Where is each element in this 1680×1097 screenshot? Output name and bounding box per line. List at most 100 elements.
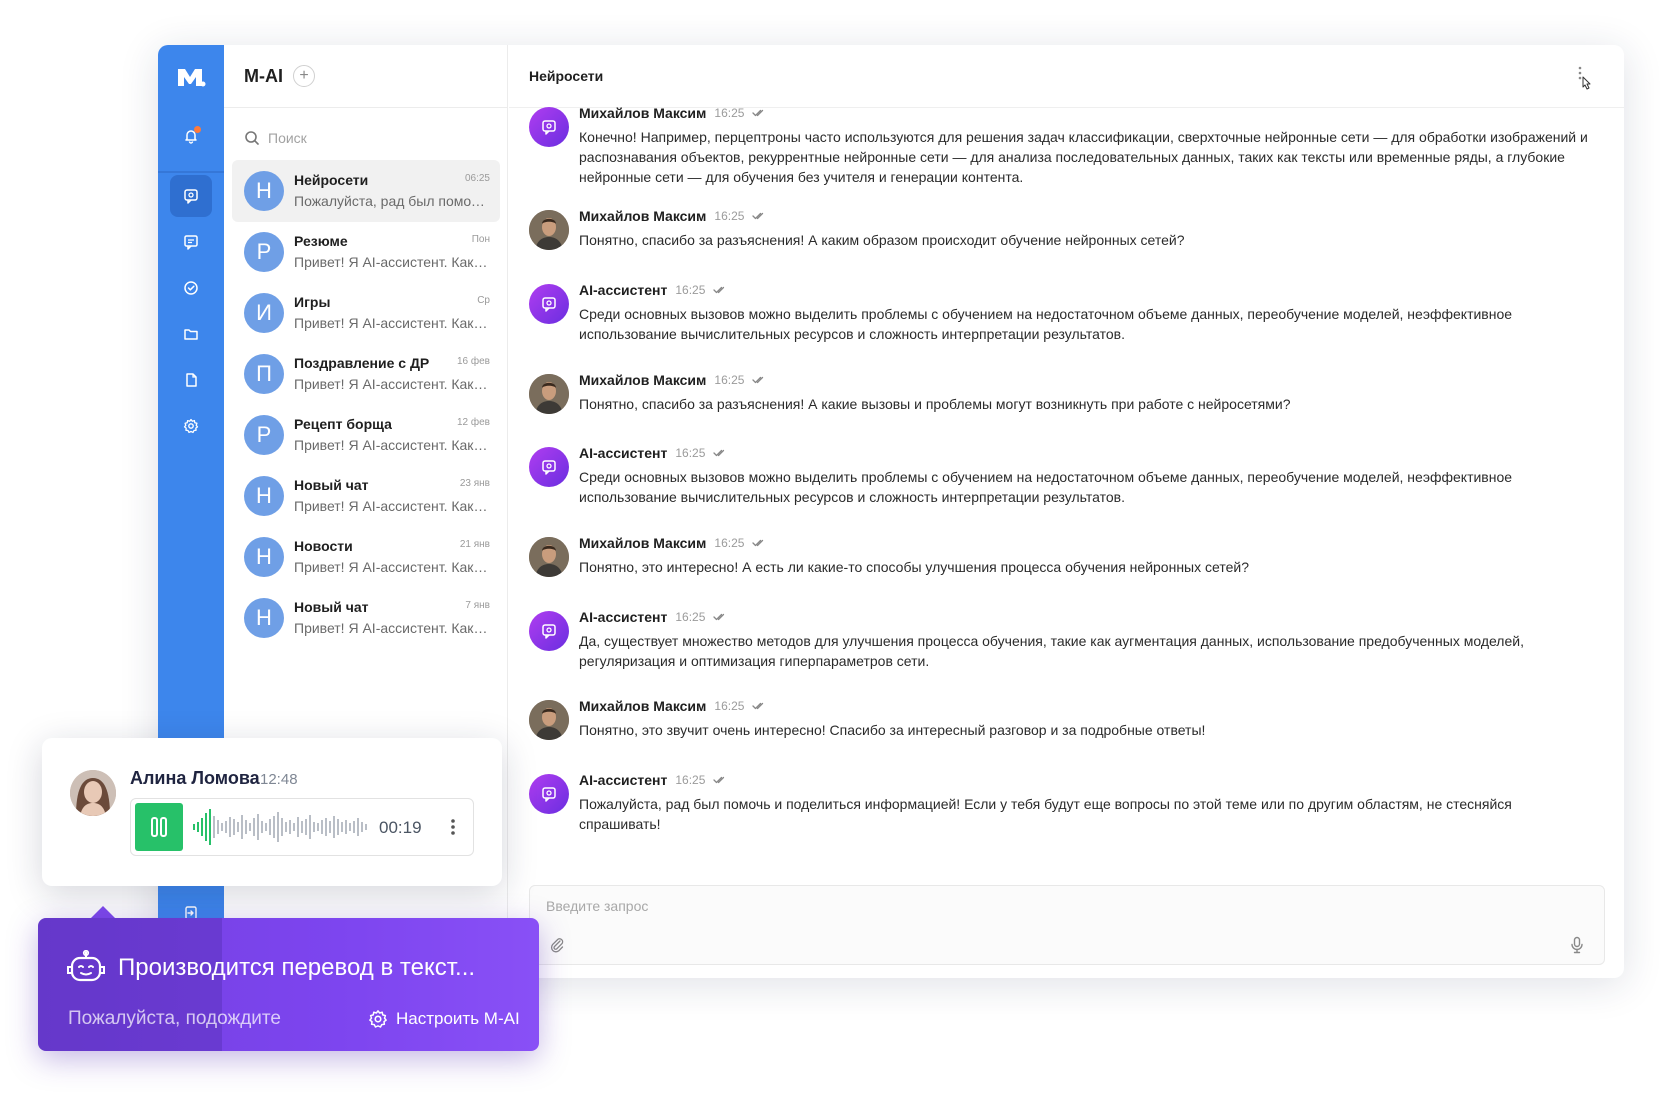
waveform-bar bbox=[205, 813, 207, 841]
message-author: Михайлов Максим bbox=[579, 208, 707, 224]
chat-preview: Привет! Я AI-ассистент. Как я могу помоч… bbox=[294, 254, 490, 270]
message-avatar bbox=[529, 284, 569, 324]
waveform-bar bbox=[361, 822, 363, 832]
waveform-bar bbox=[197, 822, 199, 832]
kebab-icon bbox=[451, 819, 455, 835]
double-check-icon bbox=[752, 702, 764, 710]
message-text: Да, существует множество методов для улу… bbox=[579, 633, 1524, 669]
search-placeholder: Поиск bbox=[268, 130, 307, 146]
message-time: 16:25 bbox=[675, 283, 706, 297]
waveform-bar bbox=[289, 820, 291, 834]
waveform-bar bbox=[345, 820, 347, 834]
nav-tasks[interactable] bbox=[170, 267, 212, 309]
chat-time: 16 фев bbox=[456, 356, 490, 367]
configure-mai-button[interactable]: Настроить M-AI bbox=[368, 1008, 520, 1030]
message-text: Конечно! Например, перцептроны часто исп… bbox=[579, 129, 1588, 185]
search-input[interactable]: Поиск bbox=[244, 125, 307, 151]
ai-assistant-icon bbox=[542, 460, 556, 475]
waveform-bar bbox=[293, 823, 295, 831]
chat-avatar: Р bbox=[244, 232, 284, 272]
waveform-bar bbox=[333, 816, 335, 838]
chat-item[interactable]: Н Новый чат 23 янв Привет! Я AI-ассистент. … bbox=[232, 465, 500, 527]
chat-preview: Привет! Я AI-ассистент. Как я могу помоч… bbox=[294, 559, 490, 575]
waveform-bar bbox=[253, 818, 255, 836]
message-text: Пожалуйста, рад был помочь и поделиться … bbox=[579, 796, 1512, 832]
chat-avatar: Н bbox=[244, 476, 284, 516]
waveform-bar bbox=[233, 819, 235, 835]
message-author: AI-ассистент bbox=[579, 445, 668, 461]
chat-item[interactable]: Р Резюме Пон Привет! Я AI-ассистент. Как я … bbox=[232, 221, 500, 283]
chat-preview: Привет! Я AI-ассистент. Как я могу помоч… bbox=[294, 376, 490, 392]
message-text: Понятно, это звучит очень интересно! Спа… bbox=[579, 722, 1206, 738]
chat-item-body: Поздравление с ДР 16 фев Привет! Я AI-асси… bbox=[294, 353, 490, 395]
attach-button[interactable] bbox=[550, 937, 564, 958]
nav-folders[interactable] bbox=[170, 313, 212, 355]
logo-icon[interactable] bbox=[158, 45, 224, 108]
chat-preview: Привет! Я AI-ассистент. Как я могу помоч… bbox=[294, 315, 490, 331]
message-text: Понятно, это интересно! А есть ли какие-… bbox=[579, 559, 1249, 575]
waveform-bar bbox=[241, 815, 243, 839]
chat-item[interactable]: Н Новый чат 7 янв Привет! Я AI-ассистент. К… bbox=[232, 587, 500, 649]
ai-assistant-icon bbox=[542, 120, 556, 135]
chat-name: Нейросети bbox=[294, 172, 369, 188]
chat-item[interactable]: Н Нейросети 06:25 Пожалуйста, рад был помоч… bbox=[232, 160, 500, 222]
message-avatar bbox=[529, 107, 569, 147]
nav-documents[interactable] bbox=[170, 359, 212, 401]
waveform[interactable] bbox=[191, 807, 371, 847]
banner-title: Производится перевод в текст... bbox=[118, 954, 476, 981]
message-author: AI-ассистент bbox=[579, 609, 668, 625]
conversation-title: Нейросети bbox=[529, 68, 604, 84]
chat-time: 7 янв bbox=[465, 600, 490, 611]
ai-assistant-icon bbox=[542, 297, 556, 312]
pause-button[interactable] bbox=[135, 803, 183, 851]
sender-avatar bbox=[70, 770, 116, 816]
settings-icon bbox=[183, 418, 199, 434]
chat-item[interactable]: Н Новости 21 янв Привет! Я AI-ассистент. Ка… bbox=[232, 526, 500, 588]
nav-messages[interactable] bbox=[170, 221, 212, 263]
voice-input-button[interactable] bbox=[1570, 936, 1584, 959]
chat-avatar: Н bbox=[244, 171, 284, 211]
rail-divider bbox=[158, 171, 224, 173]
message-author: AI-ассистент bbox=[579, 772, 668, 788]
chat-item[interactable]: П Поздравление с ДР 16 фев Привет! Я AI-асс… bbox=[232, 343, 500, 405]
user-photo bbox=[529, 210, 569, 250]
voice-duration: 00:19 bbox=[379, 818, 422, 837]
user-photo bbox=[529, 700, 569, 740]
nav-settings[interactable] bbox=[170, 405, 212, 447]
waveform-bar bbox=[353, 821, 355, 833]
user-photo bbox=[529, 537, 569, 577]
message-header: AI-ассистент 16:25 bbox=[579, 282, 727, 298]
ai-chat-icon bbox=[184, 189, 198, 204]
double-check-icon bbox=[752, 376, 764, 384]
message-time: 16:25 bbox=[714, 536, 745, 550]
message-header: Михайлов Максим 16:25 bbox=[579, 208, 766, 224]
waveform-bar bbox=[349, 823, 351, 831]
message-header: AI-ассистент 16:25 bbox=[579, 445, 727, 461]
message-avatar bbox=[529, 700, 569, 740]
conversation-menu-button[interactable] bbox=[1572, 65, 1596, 95]
waveform-bar bbox=[261, 821, 263, 833]
waveform-bar bbox=[193, 824, 195, 830]
nav-ai-chats[interactable] bbox=[170, 175, 212, 217]
message-header: Михайлов Максим 16:25 bbox=[579, 698, 766, 714]
chat-item[interactable]: Р Рецепт борща 12 фев Привет! Я AI-ассистен… bbox=[232, 404, 500, 466]
notifications-button[interactable] bbox=[170, 115, 212, 157]
message-avatar bbox=[529, 537, 569, 577]
chat-time: 12 фев bbox=[456, 417, 490, 428]
ai-assistant-icon bbox=[542, 787, 556, 802]
prompt-input[interactable]: Введите запрос bbox=[546, 898, 648, 914]
chat-item[interactable]: И Игры Ср Привет! Я AI-ассистент. Как я мог… bbox=[232, 282, 500, 344]
waveform-bar bbox=[217, 820, 219, 834]
message-text: Среди основных вызовов можно выделить пр… bbox=[579, 306, 1513, 342]
voice-menu-button[interactable] bbox=[449, 817, 457, 842]
message-time: 16:25 bbox=[714, 699, 745, 713]
double-check-icon bbox=[713, 613, 725, 621]
add-chat-button[interactable]: + bbox=[293, 65, 315, 87]
waveform-bar bbox=[221, 823, 223, 831]
waveform-bar bbox=[325, 818, 327, 836]
chat-item-body: Новый чат 23 янв Привет! Я AI-ассистент. К… bbox=[294, 475, 490, 517]
chat-item-body: Нейросети 06:25 Пожалуйста, рад был помочь… bbox=[294, 170, 490, 212]
waveform-bar bbox=[305, 819, 307, 835]
message-author: Михайлов Максим bbox=[579, 372, 707, 388]
chat-name: Игры bbox=[294, 294, 331, 310]
